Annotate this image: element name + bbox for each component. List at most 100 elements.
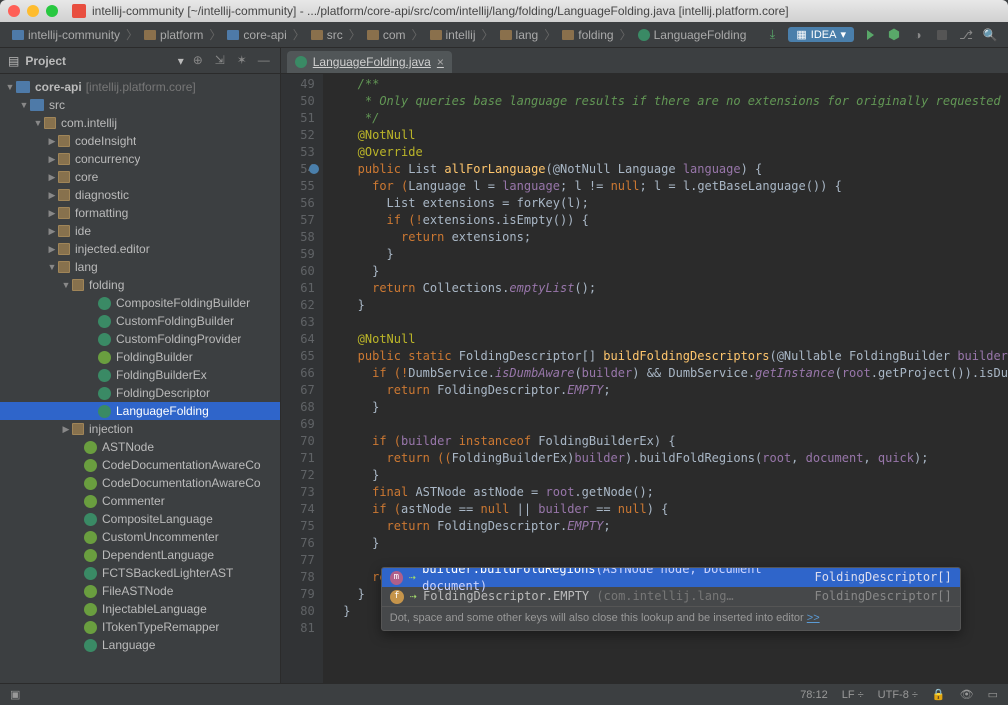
hide-button[interactable]: — — [256, 53, 272, 69]
tree-class[interactable]: CompositeFoldingBuilder — [0, 294, 280, 312]
tree-folder[interactable]: ▼src — [0, 96, 280, 114]
tree-package[interactable]: ▶core — [0, 168, 280, 186]
class-icon — [98, 387, 111, 400]
vcs-button[interactable]: ⎇ — [958, 27, 974, 43]
app-icon — [72, 4, 86, 18]
tree-class[interactable]: ASTNode — [0, 438, 280, 456]
dropdown-icon[interactable]: ▾ — [178, 54, 184, 68]
crumb-folder[interactable]: com — [361, 28, 412, 42]
tree-package[interactable]: ▶concurrency — [0, 150, 280, 168]
project-tree[interactable]: ▼core-api[intellij.platform.core] ▼src ▼… — [0, 74, 280, 683]
memory-icon[interactable]: ▭ — [988, 688, 998, 701]
crumb-folder[interactable]: src — [305, 28, 349, 42]
close-tab-icon[interactable]: × — [437, 55, 444, 69]
coverage-button[interactable]: ◑ — [910, 27, 926, 43]
package-icon — [58, 171, 70, 183]
completion-item[interactable]: m ⇢ builder.buildFoldRegions(ASTNode nod… — [382, 568, 960, 587]
tree-class[interactable]: CodeDocumentationAwareCo — [0, 456, 280, 474]
tree-class[interactable]: CustomFoldingBuilder — [0, 312, 280, 330]
tree-package[interactable]: ▶injected.editor — [0, 240, 280, 258]
stop-button[interactable] — [934, 27, 950, 43]
completion-item[interactable]: f ⇢ FoldingDescriptor.EMPTY (com.intelli… — [382, 587, 960, 606]
gutter[interactable]: 4950515253545556575859606162636465666768… — [281, 74, 323, 683]
folder-icon — [562, 30, 574, 40]
tree-package[interactable]: ▶formatting — [0, 204, 280, 222]
tree-package[interactable]: ▼lang — [0, 258, 280, 276]
tree-package[interactable]: ▶ide — [0, 222, 280, 240]
class-icon — [84, 513, 97, 526]
tree-class[interactable]: ITokenTypeRemapper — [0, 618, 280, 636]
folder-icon — [311, 30, 323, 40]
editor-tabs: LanguageFolding.java × — [281, 48, 1008, 74]
class-icon — [84, 567, 97, 580]
class-icon — [98, 405, 111, 418]
run-config-selector[interactable]: ▦IDEA▾ — [788, 27, 854, 42]
lock-icon[interactable]: 🔒 — [932, 688, 946, 701]
crumb-folder[interactable]: platform — [138, 28, 209, 42]
tree-class[interactable]: FoldingBuilder — [0, 348, 280, 366]
tree-class[interactable]: InjectableLanguage — [0, 600, 280, 618]
completion-hint: Dot, space and some other keys will also… — [382, 606, 960, 630]
tree-class[interactable]: CustomUncommenter — [0, 528, 280, 546]
collapse-all-button[interactable]: ⇲ — [212, 53, 228, 69]
tab-label: LanguageFolding.java — [313, 55, 431, 69]
tree-package[interactable]: ▼folding — [0, 276, 280, 294]
editor-tab[interactable]: LanguageFolding.java × — [287, 51, 452, 73]
tree-class[interactable]: Language — [0, 636, 280, 654]
close-window-icon[interactable] — [8, 5, 20, 17]
tree-class[interactable]: LanguageFolding — [0, 402, 280, 420]
class-icon — [84, 495, 97, 508]
folder-icon: ▤ — [8, 54, 19, 68]
tree-package[interactable]: ▼com.intellij — [0, 114, 280, 132]
crumb-class[interactable]: LanguageFolding — [632, 28, 753, 42]
tree-class[interactable]: CodeDocumentationAwareCo — [0, 474, 280, 492]
tree-package[interactable]: ▶codeInsight — [0, 132, 280, 150]
class-icon — [98, 333, 111, 346]
inspections-icon[interactable]: 👁 — [960, 688, 974, 701]
tree-class[interactable]: FCTSBackedLighterAST — [0, 564, 280, 582]
settings-button[interactable]: ✶ — [234, 53, 250, 69]
package-icon — [58, 225, 70, 237]
build-button[interactable]: ⤓ — [764, 27, 780, 43]
package-icon — [72, 423, 84, 435]
line-separator[interactable]: LF ÷ — [842, 689, 864, 701]
search-button[interactable]: 🔍 — [982, 27, 998, 43]
file-encoding[interactable]: UTF-8 ÷ — [878, 689, 918, 701]
status-bar: ▣ 78:12 LF ÷ UTF-8 ÷ 🔒 👁 ▭ — [0, 683, 1008, 705]
project-header: ▤ Project ▾ ⊕ ⇲ ✶ — — [0, 48, 280, 74]
crumb-folder[interactable]: intellij — [424, 28, 482, 42]
source-folder-icon — [30, 99, 44, 111]
tree-class[interactable]: FoldingDescriptor — [0, 384, 280, 402]
zoom-window-icon[interactable] — [46, 5, 58, 17]
tree-package[interactable]: ▶diagnostic — [0, 186, 280, 204]
navigation-bar: intellij-community〉 platform〉 core-api〉 … — [0, 22, 1008, 48]
hint-link[interactable]: >> — [807, 612, 820, 624]
crumb-module[interactable]: core-api — [221, 28, 292, 42]
debug-button[interactable]: ⬢ — [886, 27, 902, 43]
tree-class[interactable]: CompositeLanguage — [0, 510, 280, 528]
folder-icon — [367, 30, 379, 40]
class-icon — [84, 603, 97, 616]
code-editor[interactable]: 4950515253545556575859606162636465666768… — [281, 74, 1008, 683]
class-icon — [98, 369, 111, 382]
tree-module[interactable]: ▼core-api[intellij.platform.core] — [0, 78, 280, 96]
minimize-window-icon[interactable] — [27, 5, 39, 17]
tree-class[interactable]: CustomFoldingProvider — [0, 330, 280, 348]
tree-class[interactable]: DependentLanguage — [0, 546, 280, 564]
module-icon — [227, 30, 239, 40]
crumb-project[interactable]: intellij-community — [6, 28, 126, 42]
tree-class[interactable]: FoldingBuilderEx — [0, 366, 280, 384]
tree-class[interactable]: FileASTNode — [0, 582, 280, 600]
crumb-folder[interactable]: folding — [556, 28, 619, 42]
scroll-from-source-button[interactable]: ⊕ — [190, 53, 206, 69]
class-icon — [84, 621, 97, 634]
package-icon — [44, 117, 56, 129]
tree-package[interactable]: ▶injection — [0, 420, 280, 438]
tool-windows-button[interactable]: ▣ — [10, 688, 20, 701]
tree-class[interactable]: Commenter — [0, 492, 280, 510]
caret-position[interactable]: 78:12 — [800, 689, 828, 701]
class-icon — [84, 441, 97, 454]
run-button[interactable] — [862, 27, 878, 43]
crumb-folder[interactable]: lang — [494, 28, 545, 42]
package-icon — [58, 261, 70, 273]
